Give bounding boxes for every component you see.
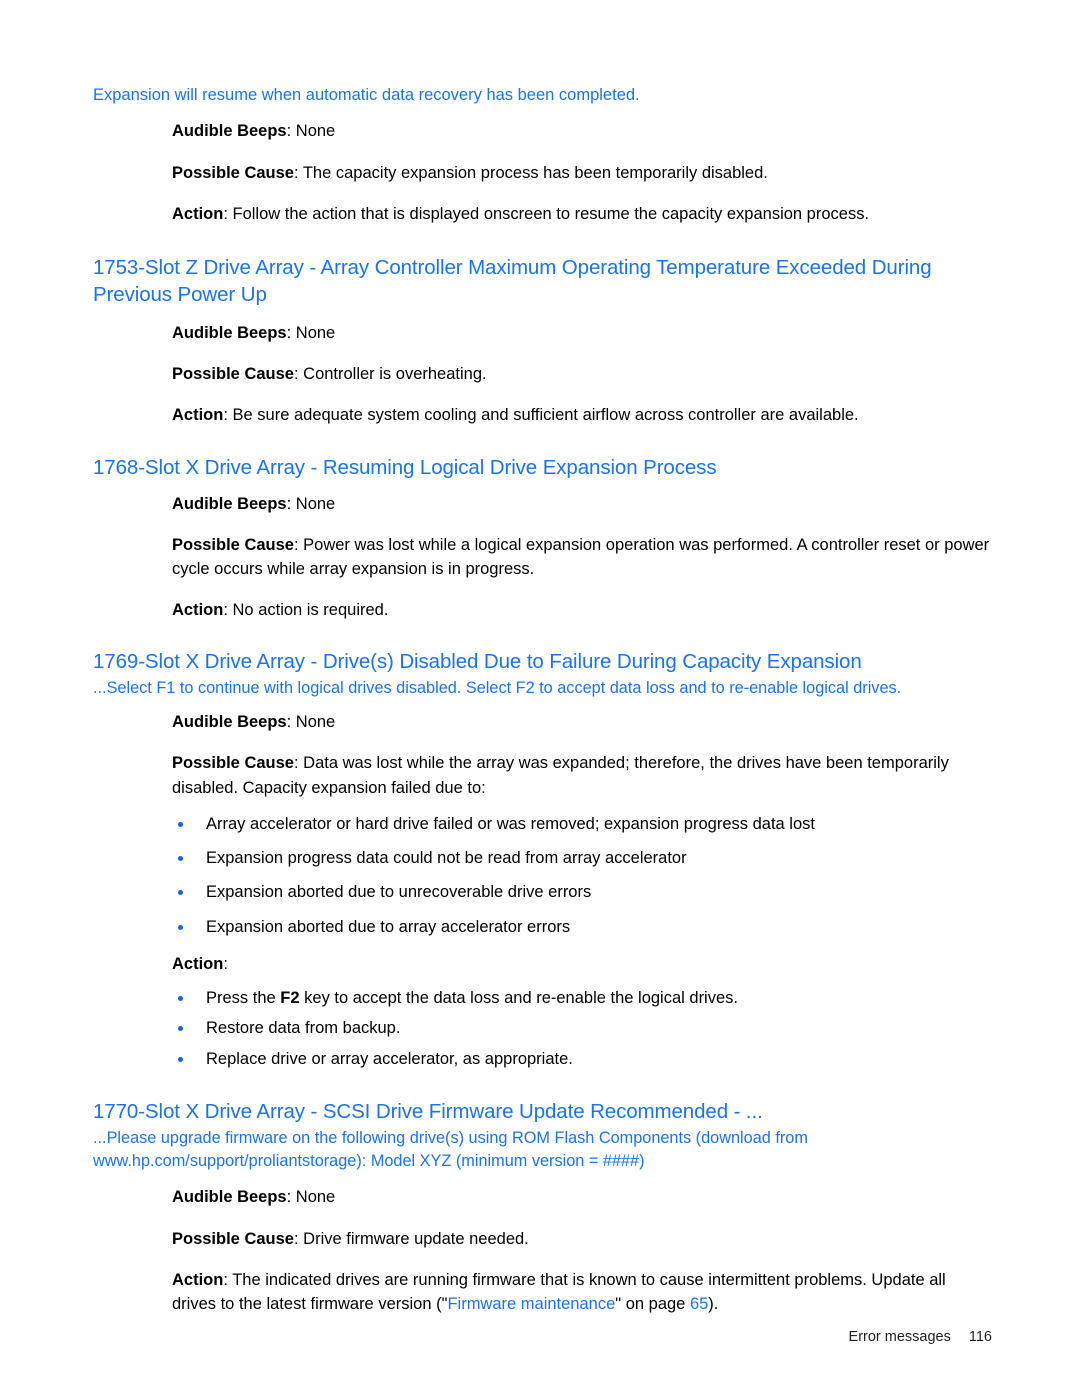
page-reference-link[interactable]: 65	[690, 1295, 708, 1313]
bullet-dot-icon	[178, 856, 183, 862]
list-item-label: Expansion aborted due to unrecoverable d…	[206, 883, 592, 902]
intro-audible-beeps: Audible Beeps: None	[172, 119, 993, 143]
footer-label: Error messages	[848, 1329, 951, 1345]
section-1753: 1753-Slot Z Drive Array - Array Controll…	[93, 254, 993, 427]
audible-beeps-value: : None	[286, 1188, 336, 1207]
section-1768-audible-beeps: Audible Beeps: None	[172, 492, 993, 516]
action-text-post: ).	[708, 1295, 719, 1314]
section-1768-action: Action: No action is required.	[172, 598, 993, 622]
audible-beeps-value: : None	[286, 122, 336, 141]
audible-beeps-label: Audible Beeps	[172, 494, 287, 513]
section-1770-subheading: ...Please upgrade firmware on the follow…	[93, 1129, 808, 1171]
document-page: Expansion will resume when automatic dat…	[0, 0, 1080, 1397]
section-1769-action-bullets: Press the F2 key to accept the data loss…	[172, 986, 993, 1071]
list-item-prefix: Press the	[206, 989, 281, 1008]
list-item-label: Replace drive or array accelerator, as a…	[206, 1049, 573, 1068]
section-1770-body: Audible Beeps: None Possible Cause: Driv…	[172, 1185, 993, 1316]
audible-beeps-value: : None	[286, 713, 336, 732]
bullet-dot-icon	[178, 821, 183, 827]
action-value: :	[223, 954, 228, 973]
list-item: Replace drive or array accelerator, as a…	[172, 1047, 993, 1071]
possible-cause-label: Possible Cause	[172, 1229, 294, 1248]
section-1768: 1768-Slot X Drive Array - Resuming Logic…	[93, 454, 993, 622]
continuation-line: Expansion will resume when automatic dat…	[93, 86, 640, 104]
action-label: Action	[172, 954, 224, 973]
audible-beeps-label: Audible Beeps	[172, 1188, 287, 1207]
bullet-dot-icon	[178, 1026, 183, 1032]
section-1753-body: Audible Beeps: None Possible Cause: Cont…	[172, 321, 993, 428]
section-1753-heading: 1753-Slot Z Drive Array - Array Controll…	[93, 256, 932, 307]
section-1770-heading: 1770-Slot X Drive Array - SCSI Drive Fir…	[93, 1099, 763, 1123]
section-1768-heading: 1768-Slot X Drive Array - Resuming Logic…	[93, 456, 717, 480]
section-1770-audible-beeps: Audible Beeps: None	[172, 1185, 993, 1209]
possible-cause-value: : Controller is overheating.	[293, 364, 487, 383]
possible-cause-label: Possible Cause	[172, 535, 294, 554]
list-item-label: Restore data from backup.	[206, 1019, 401, 1038]
section-1769-audible-beeps: Audible Beeps: None	[172, 710, 993, 734]
bullet-dot-icon	[178, 924, 183, 930]
section-1770-action: Action: The indicated drives are running…	[172, 1268, 993, 1317]
possible-cause-label: Possible Cause	[172, 163, 294, 182]
intro-section-body: Audible Beeps: None Possible Cause: The …	[172, 119, 993, 226]
section-1768-body: Audible Beeps: None Possible Cause: Powe…	[172, 492, 993, 623]
list-item-label: Expansion aborted due to array accelerat…	[206, 917, 571, 936]
action-value: : Follow the action that is displayed on…	[223, 204, 870, 223]
list-item: Expansion progress data could not be rea…	[172, 846, 993, 870]
action-value: : Be sure adequate system cooling and su…	[223, 406, 859, 425]
section-1769-cause-bullets: Array accelerator or hard drive failed o…	[172, 812, 993, 939]
list-item: Expansion aborted due to unrecoverable d…	[172, 880, 993, 904]
intro-action: Action: Follow the action that is displa…	[172, 202, 993, 226]
list-item-label: Expansion progress data could not be rea…	[206, 849, 687, 868]
section-1753-audible-beeps: Audible Beeps: None	[172, 321, 993, 345]
possible-cause-label: Possible Cause	[172, 754, 294, 773]
section-1769: 1769-Slot X Drive Array - Drive(s) Disab…	[93, 648, 993, 1071]
firmware-maintenance-link[interactable]: Firmware maintenance	[447, 1295, 615, 1313]
action-label: Action	[172, 406, 224, 425]
section-1769-subheading: ...Select F1 to continue with logical dr…	[93, 678, 902, 697]
list-item: Array accelerator or hard drive failed o…	[172, 812, 993, 836]
list-item: Restore data from backup.	[172, 1016, 993, 1040]
action-label: Action	[172, 601, 224, 620]
list-item-suffix: key to accept the data loss and re-enabl…	[299, 989, 738, 1008]
list-item: Expansion aborted due to array accelerat…	[172, 915, 993, 939]
section-1770-possible-cause: Possible Cause: Drive firmware update ne…	[172, 1227, 993, 1251]
list-item: Press the F2 key to accept the data loss…	[172, 986, 993, 1010]
section-1769-action-label-line: Action:	[172, 952, 993, 976]
audible-beeps-value: : None	[286, 323, 336, 342]
audible-beeps-value: : None	[286, 494, 336, 513]
section-1753-possible-cause: Possible Cause: Controller is overheatin…	[172, 362, 993, 386]
section-1768-possible-cause: Possible Cause: Power was lost while a l…	[172, 533, 993, 582]
possible-cause-label: Possible Cause	[172, 364, 294, 383]
intro-possible-cause: Possible Cause: The capacity expansion p…	[172, 161, 993, 185]
possible-cause-value: : Drive firmware update needed.	[293, 1229, 529, 1248]
section-1753-action: Action: Be sure adequate system cooling …	[172, 403, 993, 427]
section-1769-possible-cause: Possible Cause: Data was lost while the …	[172, 751, 993, 800]
action-label: Action	[172, 1270, 224, 1289]
bullet-dot-icon	[178, 890, 183, 896]
possible-cause-value: : Power was lost while a logical expansi…	[172, 535, 990, 579]
page-content: Expansion will resume when automatic dat…	[93, 84, 993, 1316]
action-label: Action	[172, 204, 224, 223]
audible-beeps-label: Audible Beeps	[172, 122, 287, 141]
footer-page-number: 116	[968, 1329, 992, 1345]
section-1769-body: Audible Beeps: None Possible Cause: Data…	[172, 710, 993, 1071]
page-footer: Error messages 116	[849, 1329, 992, 1345]
bullet-dot-icon	[178, 996, 183, 1002]
bullet-dot-icon	[178, 1056, 183, 1062]
action-value: : No action is required.	[223, 601, 389, 620]
section-1769-heading: 1769-Slot X Drive Array - Drive(s) Disab…	[93, 649, 862, 673]
audible-beeps-label: Audible Beeps	[172, 713, 287, 732]
key-f2: F2	[280, 989, 300, 1008]
possible-cause-value: : The capacity expansion process has bee…	[293, 163, 768, 182]
audible-beeps-label: Audible Beeps	[172, 323, 287, 342]
section-1770: 1770-Slot X Drive Array - SCSI Drive Fir…	[93, 1098, 993, 1317]
action-text-mid: " on page	[615, 1295, 690, 1314]
list-item-label: Array accelerator or hard drive failed o…	[206, 814, 815, 833]
